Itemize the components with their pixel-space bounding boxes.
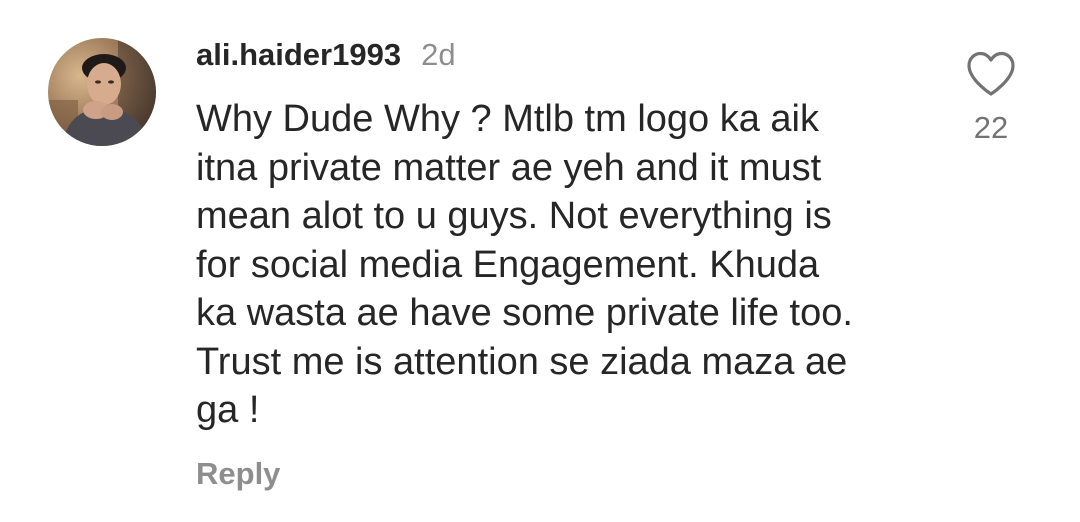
like-area: 22 xyxy=(962,50,1020,146)
heart-outline-icon[interactable] xyxy=(965,50,1017,98)
comment-body: ali.haider1993 2d Why Dude Why ? Mtlb tm… xyxy=(196,30,936,435)
user-avatar-photo xyxy=(48,38,156,146)
comment-text: Why Dude Why ? Mtlb tm logo ka aik itna … xyxy=(196,98,853,431)
comment-meta: ali.haider1993 2d xyxy=(196,30,936,80)
comment-item: ali.haider1993 2d Why Dude Why ? Mtlb tm… xyxy=(0,0,1080,522)
username-link[interactable]: ali.haider1993 xyxy=(196,37,401,73)
avatar[interactable] xyxy=(48,38,156,146)
like-count: 22 xyxy=(973,110,1009,145)
reply-button[interactable]: Reply xyxy=(196,456,280,492)
comment-timestamp: 2d xyxy=(421,37,456,72)
